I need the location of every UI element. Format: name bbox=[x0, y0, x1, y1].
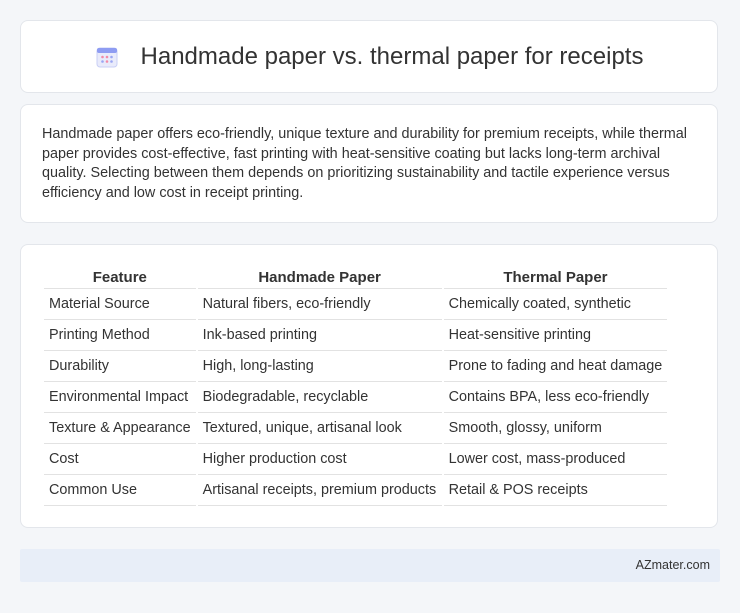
row-thermal-value: Contains BPA, less eco-friendly bbox=[443, 382, 668, 413]
page-title: Handmade paper vs. thermal paper for rec… bbox=[140, 42, 644, 70]
table-row: Printing Method Ink-based printing Heat-… bbox=[44, 320, 668, 351]
table-row: Environmental Impact Biodegradable, recy… bbox=[44, 382, 668, 413]
table-header-row: Feature Handmade Paper Thermal Paper bbox=[44, 266, 668, 289]
table-row: Material Source Natural fibers, eco-frie… bbox=[44, 289, 668, 320]
row-thermal-value: Prone to fading and heat damage bbox=[443, 351, 668, 382]
header-feature: Feature bbox=[44, 266, 196, 289]
title-card: Handmade paper vs. thermal paper for rec… bbox=[20, 20, 718, 93]
footer-bar: AZmater.com bbox=[20, 549, 720, 582]
row-handmade-value: Natural fibers, eco-friendly bbox=[197, 289, 442, 320]
comparison-table-card: Feature Handmade Paper Thermal Paper Mat… bbox=[20, 244, 718, 528]
row-feature: Common Use bbox=[44, 475, 196, 506]
row-handmade-value: Ink-based printing bbox=[197, 320, 442, 351]
header-handmade-paper: Handmade Paper bbox=[197, 266, 442, 289]
row-feature: Durability bbox=[44, 351, 196, 382]
row-thermal-value: Retail & POS receipts bbox=[443, 475, 668, 506]
summary-card: Handmade paper offers eco-friendly, uniq… bbox=[20, 104, 718, 223]
row-thermal-value: Lower cost, mass-produced bbox=[443, 444, 668, 475]
row-handmade-value: Higher production cost bbox=[197, 444, 442, 475]
row-feature: Texture & Appearance bbox=[44, 413, 196, 444]
row-feature: Material Source bbox=[44, 289, 196, 320]
table-row: Common Use Artisanal receipts, premium p… bbox=[44, 475, 668, 506]
footer-site-link[interactable]: AZmater.com bbox=[636, 558, 710, 572]
row-feature: Printing Method bbox=[44, 320, 196, 351]
comparison-table: Feature Handmade Paper Thermal Paper Mat… bbox=[42, 266, 669, 506]
summary-text: Handmade paper offers eco-friendly, uniq… bbox=[42, 126, 687, 201]
calendar-icon bbox=[95, 45, 119, 69]
row-handmade-value: Textured, unique, artisanal look bbox=[197, 413, 442, 444]
table-row: Cost Higher production cost Lower cost, … bbox=[44, 444, 668, 475]
row-handmade-value: Artisanal receipts, premium products bbox=[197, 475, 442, 506]
row-thermal-value: Smooth, glossy, uniform bbox=[443, 413, 668, 444]
header-thermal-paper: Thermal Paper bbox=[443, 266, 668, 289]
row-handmade-value: High, long-lasting bbox=[197, 351, 442, 382]
table-row: Durability High, long-lasting Prone to f… bbox=[44, 351, 668, 382]
row-feature: Environmental Impact bbox=[44, 382, 196, 413]
row-thermal-value: Heat-sensitive printing bbox=[443, 320, 668, 351]
row-handmade-value: Biodegradable, recyclable bbox=[197, 382, 442, 413]
table-row: Texture & Appearance Textured, unique, a… bbox=[44, 413, 668, 444]
row-feature: Cost bbox=[44, 444, 196, 475]
row-thermal-value: Chemically coated, synthetic bbox=[443, 289, 668, 320]
